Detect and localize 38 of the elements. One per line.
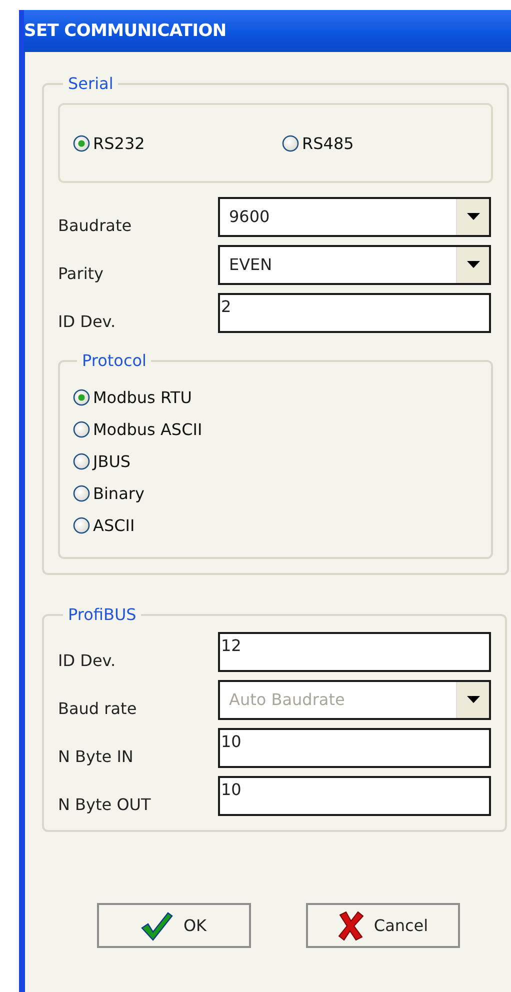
group-title: ProfiBUS	[67, 605, 138, 624]
field-label: ID Dev.	[58, 651, 117, 672]
field-label: N Byte IN	[58, 747, 134, 768]
field-label: Baudrate	[58, 216, 133, 237]
field-label: Parity	[58, 264, 104, 285]
ok-button[interactable]: OK	[97, 903, 251, 948]
caret-icon	[466, 213, 480, 221]
dropdown[interactable]: EVEN	[218, 245, 491, 285]
radio-button[interactable]	[73, 453, 90, 470]
group-title: Protocol	[81, 351, 148, 370]
field-label: Baud rate	[58, 699, 138, 720]
input-field[interactable]: 10	[218, 728, 491, 768]
radio-button[interactable]	[73, 421, 90, 438]
radio-button[interactable]	[73, 389, 90, 406]
caret-icon	[466, 696, 480, 704]
field-label: N Byte OUT	[58, 795, 152, 816]
input-field[interactable]: 2	[218, 293, 491, 333]
radio-label[interactable]: ASCII	[93, 516, 135, 535]
radio-label[interactable]: Modbus RTU	[93, 388, 192, 407]
group-title: Serial	[67, 74, 114, 93]
input-field[interactable]: 10	[218, 776, 491, 816]
field-label: ID Dev.	[58, 312, 117, 333]
radio-label[interactable]: JBUS	[93, 452, 131, 471]
input-field[interactable]: 12	[218, 632, 491, 672]
cross-icon	[338, 910, 364, 940]
radio-button[interactable]	[73, 134, 90, 152]
dropdown[interactable]: 9600	[218, 197, 491, 237]
caret-icon	[466, 261, 480, 269]
radio-button[interactable]	[282, 134, 299, 152]
check-icon	[141, 910, 174, 940]
radio-button[interactable]	[73, 485, 90, 502]
radio-label[interactable]: RS485	[302, 134, 354, 152]
radio-label[interactable]: Modbus ASCII	[93, 420, 202, 439]
radio-button[interactable]	[73, 517, 90, 534]
window-title: SET COMMUNICATION	[24, 21, 226, 41]
cancel-button[interactable]: Cancel	[306, 903, 460, 948]
radio-label[interactable]: Binary	[93, 484, 144, 503]
radio-label[interactable]: RS232	[93, 134, 145, 152]
